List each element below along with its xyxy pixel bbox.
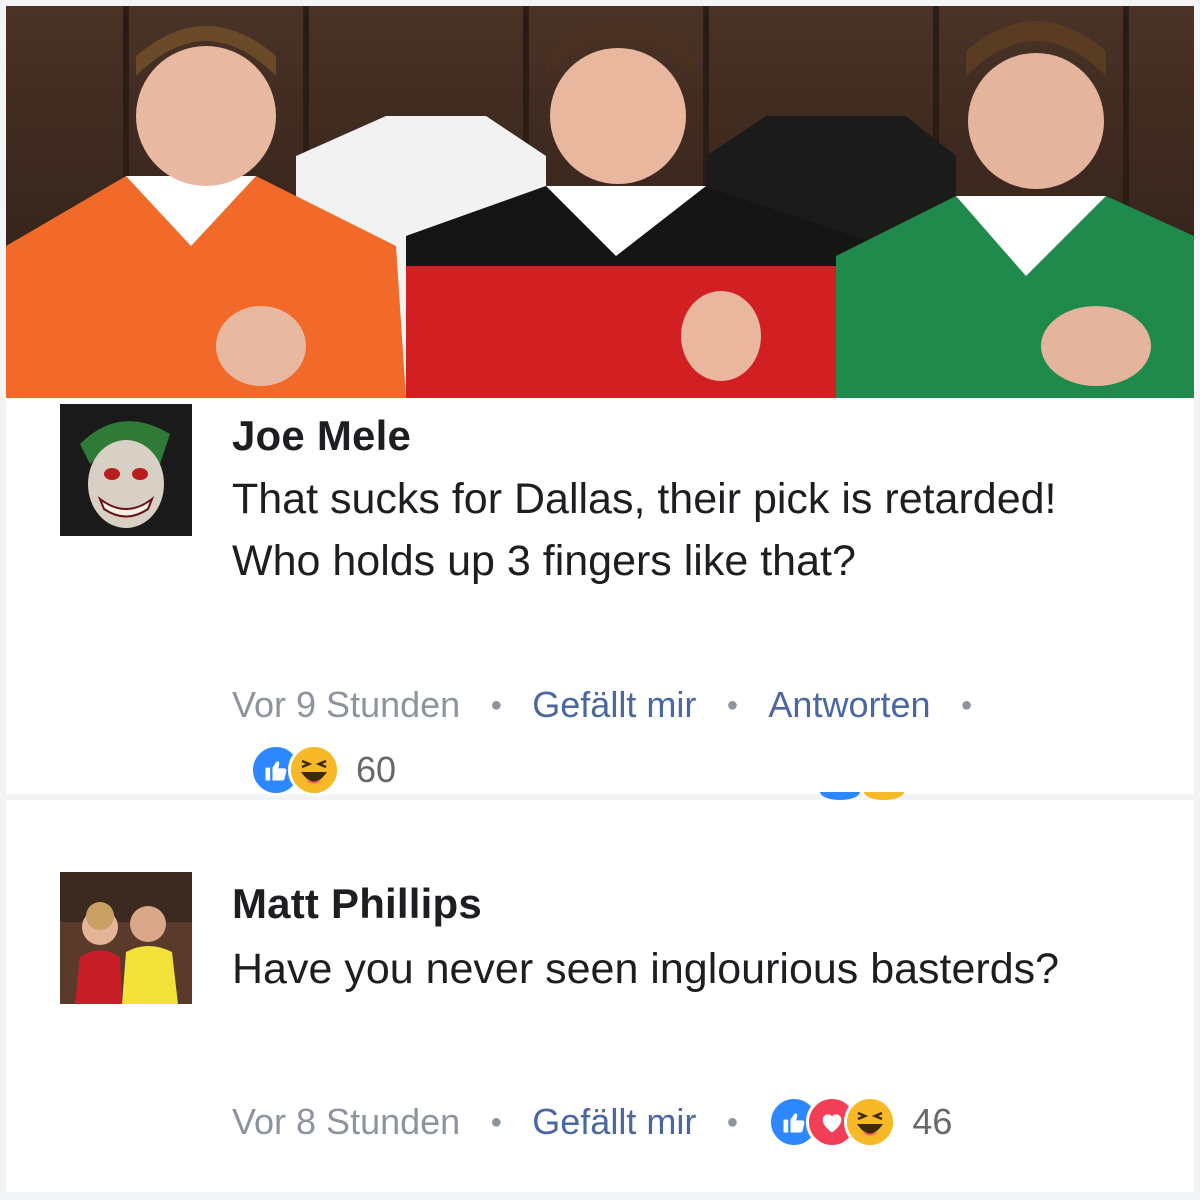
comment-text: That sucks for Dallas, their pick is ret… [232,475,1057,585]
reaction-summary[interactable]: 60 [250,744,396,796]
reply-button[interactable]: Antworten [768,684,930,726]
avatar[interactable] [60,872,192,1004]
comment-author[interactable]: Joe Mele [232,412,411,460]
haha-icon [288,744,340,796]
like-button[interactable]: Gefällt mir [532,684,696,726]
separator-dot: ● [960,693,973,716]
comment-timestamp[interactable]: Vor 9 Stunden [232,684,460,726]
separator-dot: ● [490,693,503,716]
like-button[interactable]: Gefällt mir [532,1101,696,1143]
comment-meta: Vor 8 Stunden ● Gefällt mir ● 46 [232,1096,952,1148]
avatar[interactable] [60,404,192,536]
comment-author[interactable]: Matt Phillips [232,880,482,928]
comment-meta: Vor 9 Stunden ● Gefällt mir ● Antworten … [232,684,1003,726]
reaction-summary[interactable]: 46 [768,1096,952,1148]
haha-icon [844,1096,897,1148]
comment-timestamp[interactable]: Vor 8 Stunden [232,1101,460,1143]
post-photo[interactable] [6,6,1194,398]
separator-dot: ● [726,693,739,716]
comment-text: Have you never seen inglourious basterds… [232,945,1060,993]
avatar-joker-graphic [60,404,192,536]
reaction-count: 46 [912,1101,953,1142]
comment-joe-mele: Joe Mele That sucks for Dallas, their pi… [6,398,1194,796]
post-photo-graphic [6,6,1194,398]
avatar-photo-graphic [60,872,192,1004]
separator-dot: ● [490,1110,503,1133]
comment-matt-phillips: Matt Phillips Have you never seen inglou… [6,800,1194,1192]
separator-dot: ● [726,1110,739,1133]
reaction-count: 60 [356,749,397,790]
